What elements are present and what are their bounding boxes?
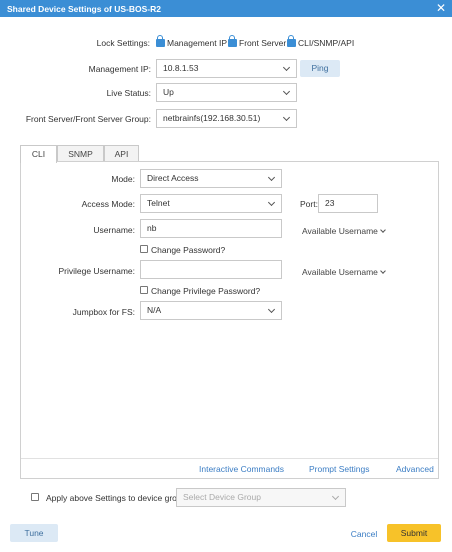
mode-label: Mode: [111,174,135,184]
device-group-select[interactable]: Select Device Group [176,488,346,507]
available-username-dropdown-2[interactable]: Available Username [302,267,386,277]
port-input[interactable]: 23 [318,194,378,213]
live-status-label: Live Status: [106,88,151,98]
change-privilege-password-checkbox[interactable] [140,286,148,294]
change-privilege-password-label: Change Privilege Password? [151,286,261,296]
lock-management-ip[interactable]: Management IP [156,35,227,48]
tune-button[interactable]: Tune [10,524,58,542]
live-status-select[interactable]: Up [156,83,297,102]
panel-divider [21,458,438,459]
jumpbox-select[interactable]: N/A [140,301,282,320]
access-mode-label: Access Mode: [81,199,135,209]
dialog-title: Shared Device Settings of US-BOS-R2 [7,4,161,14]
lock-front-server[interactable]: Front Server [228,35,286,48]
available-username-dropdown[interactable]: Available Username [302,226,386,236]
chevron-down-icon [380,268,386,274]
interactive-commands-link[interactable]: Interactive Commands [199,464,284,474]
cancel-button[interactable]: Cancel [346,525,382,543]
management-ip-select[interactable]: 10.8.1.53 [156,59,297,78]
prompt-settings-link[interactable]: Prompt Settings [309,464,369,474]
username-label: Username: [93,225,135,235]
port-label: Port: [300,199,318,209]
access-mode-select[interactable]: Telnet [140,194,282,213]
apply-group-checkbox[interactable] [31,493,39,501]
apply-group-label: Apply above Settings to device group: [46,493,189,503]
change-password-checkbox[interactable] [140,245,148,253]
lock-settings-label: Lock Settings: [96,38,150,48]
lock-icon [156,35,165,47]
jumpbox-label: Jumpbox for FS: [72,307,135,317]
tab-api[interactable]: API [104,145,139,162]
tab-cli[interactable]: CLI [20,145,57,163]
mode-select[interactable]: Direct Access [140,169,282,188]
chevron-down-icon [380,227,386,233]
front-server-select[interactable]: netbrainfs(192.168.30.51) [156,109,297,128]
privilege-username-label: Privilege Username: [58,266,135,276]
submit-button[interactable]: Submit [387,524,441,542]
change-password-label: Change Password? [151,245,226,255]
username-input[interactable]: nb [140,219,282,238]
advanced-link[interactable]: Advanced [396,464,434,474]
privilege-username-input[interactable] [140,260,282,279]
lock-icon [287,35,296,47]
front-server-label: Front Server/Front Server Group: [25,114,151,124]
title-bar: Shared Device Settings of US-BOS-R2 ✕ [0,0,452,17]
lock-icon [228,35,237,47]
management-ip-label: Management IP: [88,64,151,74]
ping-button[interactable]: Ping [300,60,340,77]
close-icon[interactable]: ✕ [436,1,446,15]
tab-snmp[interactable]: SNMP [57,145,104,162]
lock-cli-snmp-api[interactable]: CLI/SNMP/API [287,35,354,48]
